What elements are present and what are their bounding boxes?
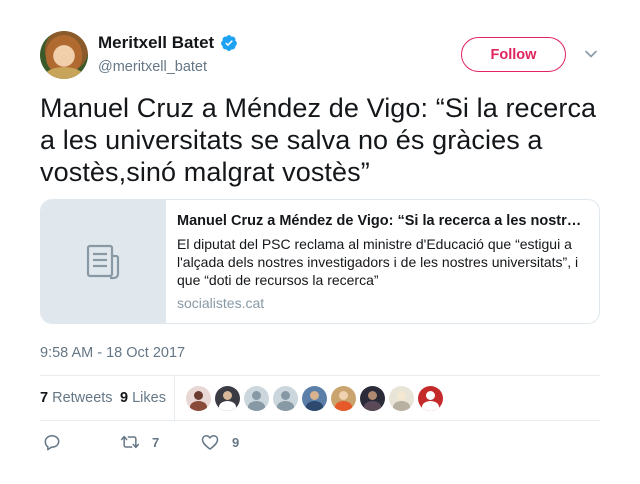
reply-button[interactable] [42,432,62,452]
likes-count: 9 [120,390,129,406]
liker-shoulders [306,401,323,411]
likes-stat[interactable]: 9 Likes [120,390,166,406]
liker-shoulders [335,401,352,411]
liker-shoulders [393,401,410,411]
liker-avatar-6[interactable] [331,386,356,411]
link-card[interactable]: Manuel Cruz a Méndez de Vigo: “Si la rec… [40,199,600,324]
stats-divider [174,376,175,420]
follow-button[interactable]: Follow [461,37,566,72]
avatar-shoulders [44,67,84,79]
verified-badge-icon [221,35,238,51]
tweet-timestamp[interactable]: 9:58 AM - 18 Oct 2017 [40,345,185,361]
liker-shoulders [422,401,439,411]
liker-head [194,391,203,400]
author-display-name[interactable]: Meritxell Batet [98,33,214,53]
liker-avatar-5[interactable] [302,386,327,411]
liker-head [339,391,348,400]
liker-avatar-4[interactable] [273,386,298,411]
like-button[interactable]: 9 [200,432,239,452]
author-handle[interactable]: @meritxell_batet [98,59,207,75]
likers-avatars [186,386,447,411]
liker-head [223,391,232,400]
liker-head [368,391,377,400]
tweet-stats: 7 Retweets 9 Likes [40,375,600,421]
card-thumbnail [41,200,166,323]
card-domain: socialistes.cat [177,295,265,311]
card-description: El diputat del PSC reclama al ministre d… [177,236,579,288]
liker-shoulders [277,401,294,411]
liker-avatar-3[interactable] [244,386,269,411]
liker-head [426,391,435,400]
card-title: Manuel Cruz a Méndez de Vigo: “Si la rec… [177,213,587,229]
liker-avatar-8[interactable] [389,386,414,411]
retweet-button[interactable]: 7 [120,432,159,452]
retweets-count: 7 [40,390,49,406]
liker-shoulders [190,401,207,411]
liker-avatar-1[interactable] [186,386,211,411]
tweet-text: Manuel Cruz a Méndez de Vigo: “Si la rec… [40,93,597,187]
author-avatar[interactable] [40,31,88,79]
liker-avatar-9[interactable] [418,386,443,411]
liker-shoulders [248,401,265,411]
chevron-down-icon[interactable] [584,47,598,61]
retweets-stat[interactable]: 7 Retweets [40,390,113,406]
reply-icon [44,435,60,451]
heart-icon [201,435,219,450]
tweet: Meritxell Batet @meritxell_batet Follow … [0,0,640,484]
tweet-actions: 7 9 [40,432,600,456]
liker-head [281,391,290,400]
liker-head [397,391,406,400]
card-body: Manuel Cruz a Méndez de Vigo: “Si la rec… [166,200,599,323]
likes-label: Likes [132,390,166,406]
liker-avatar-2[interactable] [215,386,240,411]
liker-shoulders [219,401,236,411]
like-count: 9 [232,434,240,450]
document-icon [86,244,120,279]
author-name-line: Meritxell Batet [98,33,238,53]
liker-shoulders [364,401,381,411]
liker-head [310,391,319,400]
retweet-count: 7 [152,434,160,450]
liker-avatar-7[interactable] [360,386,385,411]
retweet-icon [120,435,140,449]
liker-head [252,391,261,400]
retweets-label: Retweets [52,390,113,406]
